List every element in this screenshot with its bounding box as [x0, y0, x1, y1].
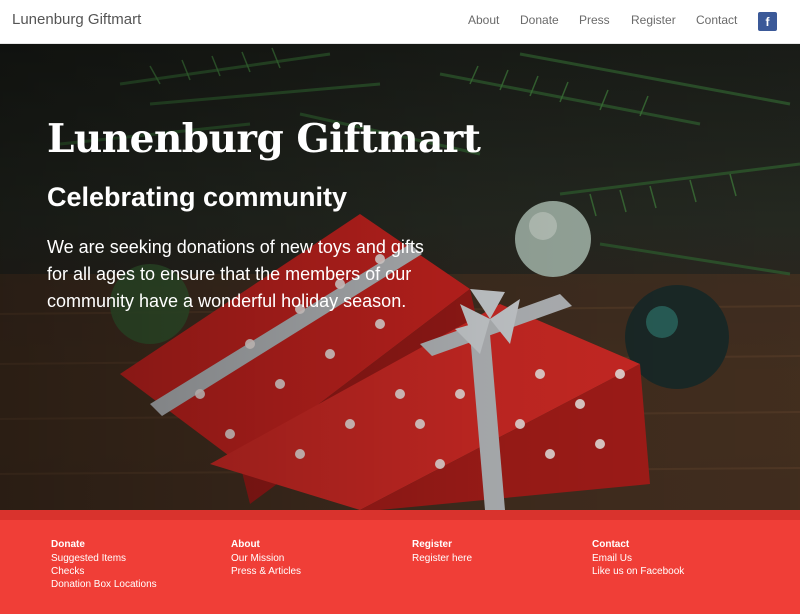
facebook-icon[interactable]: f: [758, 12, 777, 31]
footer-heading-about: About: [231, 539, 260, 550]
hero-body-text: We are seeking donations of new toys and…: [47, 237, 424, 311]
top-navbar: Lunenburg Giftmart About Donate Press Re…: [0, 0, 800, 44]
footer-column-register: Register Register here: [412, 538, 582, 565]
footer-link-facebook[interactable]: Like us on Facebook: [592, 565, 762, 578]
footer-heading-contact: Contact: [592, 539, 630, 550]
site-footer: Donate Suggested Items Checks Donation B…: [0, 510, 800, 614]
footer-column-about: About Our Mission Press & Articles: [231, 538, 401, 578]
footer-column-donate: Donate Suggested Items Checks Donation B…: [51, 538, 221, 591]
footer-heading-register: Register: [412, 539, 453, 550]
footer-link-our-mission[interactable]: Our Mission: [231, 552, 401, 565]
footer-column-contact: Contact Email Us Like us on Facebook: [592, 538, 762, 578]
footer-link-checks[interactable]: Checks: [51, 565, 221, 578]
nav-link-press[interactable]: Press: [579, 13, 610, 27]
brand-link[interactable]: Lunenburg Giftmart: [12, 11, 141, 28]
footer-accent-strip: [0, 510, 800, 520]
footer-link-press-articles[interactable]: Press & Articles: [231, 565, 401, 578]
footer-link-register-here[interactable]: Register here: [412, 552, 582, 565]
footer-link-email-us[interactable]: Email Us: [592, 552, 762, 565]
hero-title: Lunenburg Giftmart: [47, 116, 481, 162]
hero-subtitle: Celebrating community: [47, 182, 348, 212]
nav-link-donate[interactable]: Donate: [520, 13, 559, 27]
footer-link-donation-box-locations[interactable]: Donation Box Locations: [51, 578, 221, 591]
footer-link-suggested-items[interactable]: Suggested Items: [51, 552, 221, 565]
nav-link-about[interactable]: About: [468, 13, 499, 27]
hero-section: Lunenburg Giftmart Celebrating community…: [0, 44, 800, 510]
footer-heading-donate: Donate: [51, 539, 85, 550]
nav-link-register[interactable]: Register: [631, 13, 676, 27]
nav-link-contact[interactable]: Contact: [696, 13, 737, 27]
